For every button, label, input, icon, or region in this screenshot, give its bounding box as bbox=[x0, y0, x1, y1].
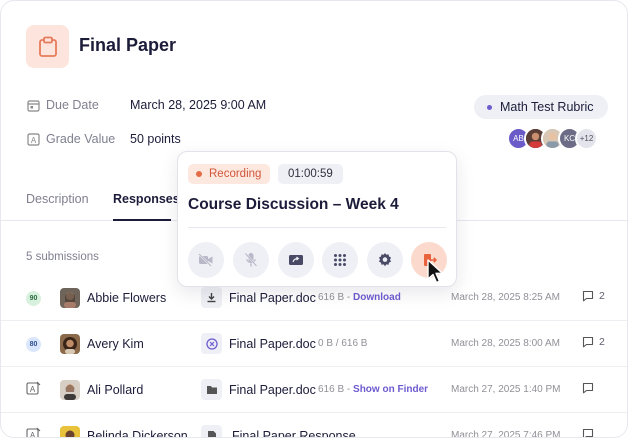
submission-date: March 27, 2025 7:46 PM bbox=[451, 430, 561, 438]
svg-text:A: A bbox=[30, 385, 36, 394]
rubric-label: Math Test Rubric bbox=[500, 100, 594, 114]
comments-button[interactable] bbox=[582, 382, 594, 394]
student-photo bbox=[60, 380, 80, 400]
recording-dot bbox=[196, 171, 202, 177]
comments-button[interactable] bbox=[582, 428, 594, 437]
file-name[interactable]: Final Paper.doc bbox=[229, 337, 316, 351]
table-row[interactable]: A Ali Pollard Final Paper.doc 616 B - Sh… bbox=[1, 367, 627, 413]
cancel-upload-icon[interactable] bbox=[201, 333, 222, 354]
camera-off-button[interactable] bbox=[188, 242, 224, 278]
grid-icon bbox=[334, 254, 346, 266]
student-photo bbox=[60, 288, 80, 308]
file-size-text: 616 B - bbox=[318, 292, 354, 303]
comment-count: 2 bbox=[599, 336, 605, 348]
ungraded-icon: A bbox=[26, 427, 42, 438]
file-size: 0 B / 616 B bbox=[318, 338, 368, 349]
camera-off-icon bbox=[198, 253, 213, 267]
settings-button[interactable] bbox=[367, 242, 403, 278]
more-apps-button[interactable] bbox=[322, 242, 358, 278]
submissions-count: 5 submissions bbox=[26, 251, 99, 263]
table-row[interactable]: A Belinda Dickerson Final Paper Response… bbox=[1, 413, 627, 438]
recording-label: Recording bbox=[209, 168, 262, 180]
share-screen-button[interactable] bbox=[278, 242, 314, 278]
page-title: Final Paper bbox=[79, 35, 177, 55]
submission-date: March 27, 2025 1:40 PM bbox=[451, 384, 561, 395]
comments-button[interactable]: 2 bbox=[582, 336, 605, 348]
due-date-label: Due Date bbox=[46, 98, 99, 112]
tab-responses[interactable]: Responses bbox=[113, 192, 180, 206]
submission-date: March 28, 2025 8:25 AM bbox=[451, 292, 560, 303]
rubric-dot bbox=[487, 104, 492, 110]
avatar-overflow-count: +12 bbox=[575, 127, 598, 150]
screen-share-icon bbox=[289, 254, 303, 265]
grade-value: 50 points bbox=[130, 132, 181, 146]
call-title: Course Discussion – Week 4 bbox=[188, 196, 399, 213]
comments-button[interactable]: 2 bbox=[582, 290, 605, 302]
file-name[interactable]: Final Paper.doc bbox=[229, 383, 316, 397]
call-popup: Recording 01:00:59 Course Discussion – W… bbox=[177, 151, 457, 287]
mute-button[interactable] bbox=[233, 242, 269, 278]
show-on-finder-link[interactable]: Show on Finder bbox=[353, 384, 428, 395]
svg-text:A: A bbox=[30, 431, 36, 438]
document-icon[interactable] bbox=[201, 425, 222, 437]
svg-text:A: A bbox=[30, 136, 36, 145]
student-name: Abbie Flowers bbox=[87, 291, 167, 305]
file-size-text: 616 B - bbox=[318, 384, 354, 395]
grade-badge: 80 bbox=[26, 337, 41, 352]
due-date-row: Due Date bbox=[26, 96, 99, 114]
student-name: Belinda Dickerson bbox=[87, 429, 188, 438]
rubric-badge[interactable]: Math Test Rubric bbox=[474, 95, 608, 119]
grade-value-row: A Grade Value bbox=[26, 130, 115, 148]
divider bbox=[188, 227, 446, 228]
clipboard-icon bbox=[26, 25, 69, 68]
calendar-icon bbox=[26, 98, 40, 112]
submission-date: March 28, 2025 8:00 AM bbox=[451, 338, 560, 349]
student-name: Ali Pollard bbox=[87, 383, 144, 397]
assignee-avatars[interactable]: AB KC +12 bbox=[507, 127, 598, 150]
call-timer: 01:00:59 bbox=[278, 164, 343, 184]
grade-letter-icon: A bbox=[26, 132, 40, 146]
download-icon[interactable] bbox=[201, 287, 222, 308]
active-tab-underline bbox=[113, 219, 171, 221]
folder-icon[interactable] bbox=[201, 379, 222, 400]
comment-icon bbox=[582, 290, 594, 302]
gear-icon bbox=[379, 253, 391, 267]
file-name[interactable]: Final Paper.doc bbox=[229, 291, 316, 305]
student-name: Avery Kim bbox=[87, 337, 144, 351]
comment-icon bbox=[582, 382, 594, 394]
file-name[interactable]: Final Paper Response bbox=[232, 429, 356, 437]
microphone-off-icon bbox=[244, 252, 258, 267]
recording-badge: Recording bbox=[188, 164, 271, 184]
file-size: 616 B - Show on Finder bbox=[318, 384, 428, 395]
file-size: 616 B - Download bbox=[318, 292, 401, 303]
grade-badge: 90 bbox=[26, 291, 41, 306]
grade-value-label: Grade Value bbox=[46, 132, 116, 146]
download-link[interactable]: Download bbox=[353, 292, 401, 303]
due-date-value: March 28, 2025 9:00 AM bbox=[130, 98, 267, 112]
comment-icon bbox=[582, 336, 594, 348]
mouse-cursor-icon bbox=[426, 259, 446, 285]
ungraded-icon: A bbox=[26, 381, 42, 397]
tab-description[interactable]: Description bbox=[26, 192, 89, 206]
student-photo bbox=[60, 426, 80, 437]
student-photo bbox=[60, 334, 80, 354]
comment-icon bbox=[582, 428, 594, 437]
table-row[interactable]: 80 Avery Kim Final Paper.doc 0 B / 616 B… bbox=[1, 321, 627, 367]
comment-count: 2 bbox=[599, 290, 605, 302]
